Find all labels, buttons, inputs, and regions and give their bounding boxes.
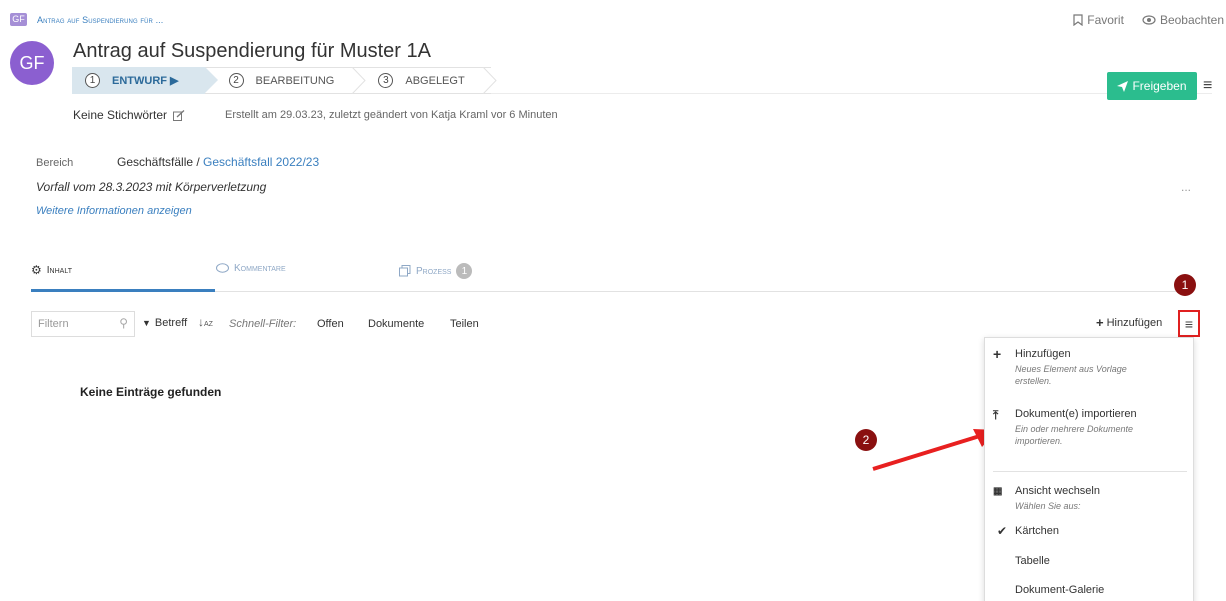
step-number: 2 [228,73,244,88]
caret-down-icon: ▼ [142,318,151,328]
step-bearbeitung[interactable]: 2 Bearbeitung [204,67,367,94]
breadcrumb[interactable]: Antrag auf Suspendierung für ... [37,15,163,25]
area-link[interactable]: Geschäftsfall 2022/23 [203,155,319,169]
sort-label: Betreff [154,317,188,329]
tab-active-indicator [31,289,215,292]
view-option-galerie[interactable]: Dokument-Galerie [1015,584,1104,596]
release-button[interactable]: Freigeben [1107,72,1197,100]
area-label: Bereich [36,157,74,169]
send-icon [1117,80,1129,92]
tab-label: Prozess [416,265,452,277]
hamburger-icon: ≡ [1184,315,1194,332]
step-abgelegt[interactable]: 3 Abgelegt [360,67,497,94]
area-value: Geschäftsfälle / Geschäftsfall 2022/23 [117,155,319,169]
search-icon: ⚲ [119,316,128,330]
watch-label: Beobachten [1159,13,1224,27]
menu-item-title: Ansicht wechseln [1015,485,1100,497]
menu-item-add[interactable]: + Hinzufügen Neues Element aus Vorlage e… [985,346,1193,387]
bookmark-icon [1073,14,1083,26]
list-options-menu: + Hinzufügen Neues Element aus Vorlage e… [984,337,1194,601]
view-option-tabelle[interactable]: Tabelle [1015,555,1050,567]
created-info: Erstellt am 29.03.23, zuletzt geändert v… [225,109,558,121]
plus-icon: + [993,346,1002,362]
comment-icon [216,263,229,273]
step-label: Bearbeitung [255,74,335,87]
gears-icon: ⚙ [31,263,42,277]
menu-item-title: Dokument(e) importieren [1015,408,1137,420]
sort-order-icon[interactable]: ↓AZ [198,315,213,329]
breadcrumb-badge: GF [10,13,27,26]
view-option-kaertchen[interactable]: Kärtchen [1015,525,1059,537]
empty-message: Keine Einträge gefunden [80,385,222,399]
add-button[interactable]: + Hinzufügen [1096,315,1162,330]
keywords-label: Keine Stichwörter [73,108,168,122]
tab-count-badge: 1 [456,263,473,279]
top-actions: Favorit Beobachten [1073,13,1224,27]
filter-input[interactable]: Filtern ⚲ [31,311,135,337]
grid-icon: ▦ [993,486,1003,497]
step-label: Abgelegt [405,74,465,87]
quick-filter-teilen[interactable]: Teilen [450,318,479,330]
tab-kommentare[interactable]: Kommentare [216,263,286,274]
workflow-stepper: 1 Entwurf ▶ 2 Bearbeitung 3 Abgelegt [72,67,497,94]
page-title: Antrag auf Suspendierung für Muster 1A [73,40,431,62]
sort-dropdown[interactable]: ▼ Betreff [142,317,187,329]
menu-item-import[interactable]: ⤒ Dokument(e) importieren Ein oder mehre… [985,408,1193,447]
list-menu-button[interactable]: ≡ [1178,310,1200,337]
check-icon: ✔ [997,524,1008,538]
tab-label: Kommentare [234,263,286,274]
tab-inhalt[interactable]: ⚙ Inhalt [31,263,72,277]
release-label: Freigeben [1132,79,1187,93]
area-path: Geschäftsfälle / [117,155,204,169]
favorite-button[interactable]: Favorit [1073,13,1124,27]
watch-button[interactable]: Beobachten [1142,13,1224,27]
edit-icon[interactable] [173,109,185,121]
step-entwurf[interactable]: 1 Entwurf ▶ [72,67,218,94]
tab-prozess[interactable]: Prozess 1 [399,263,473,279]
quick-filter-dokumente[interactable]: Dokumente [368,318,424,330]
tab-label: Inhalt [46,264,72,276]
plus-icon: + [1096,315,1104,330]
quick-filter-label: Schnell-Filter: [229,318,297,330]
menu-divider [993,471,1187,472]
step-number: 1 [85,73,100,88]
favorite-label: Favorit [1087,13,1124,27]
step-number: 3 [378,73,394,88]
keywords: Keine Stichwörter [73,108,185,122]
description: Vorfall vom 28.3.2023 mit Körperverletzu… [36,180,267,194]
quick-filter-offen[interactable]: Offen [317,318,344,330]
step-label: Entwurf ▶ [112,75,179,87]
menu-item-desc: Wählen Sie aus: [1015,501,1081,511]
menu-item-desc: Neues Element aus Vorlage erstellen. [1015,364,1127,386]
menu-item-view: ▦ Ansicht wechseln Wählen Sie aus: [985,485,1193,512]
avatar: GF [10,41,54,85]
more-info-link[interactable]: Weitere Informationen anzeigen [36,205,192,217]
copy-icon [399,265,411,277]
upload-icon: ⤒ [993,408,999,422]
more-options[interactable]: ... [1181,180,1191,194]
menu-item-desc: Ein oder mehrere Dokumente importieren. [1015,424,1134,446]
add-label: Hinzufügen [1106,316,1163,329]
menu-item-title: Hinzufügen [1015,348,1071,360]
eye-icon [1142,15,1156,25]
header-menu-icon[interactable]: ≡ [1203,77,1212,95]
filter-placeholder: Filtern [38,318,69,330]
annotation-marker-1: 1 [1174,274,1196,296]
